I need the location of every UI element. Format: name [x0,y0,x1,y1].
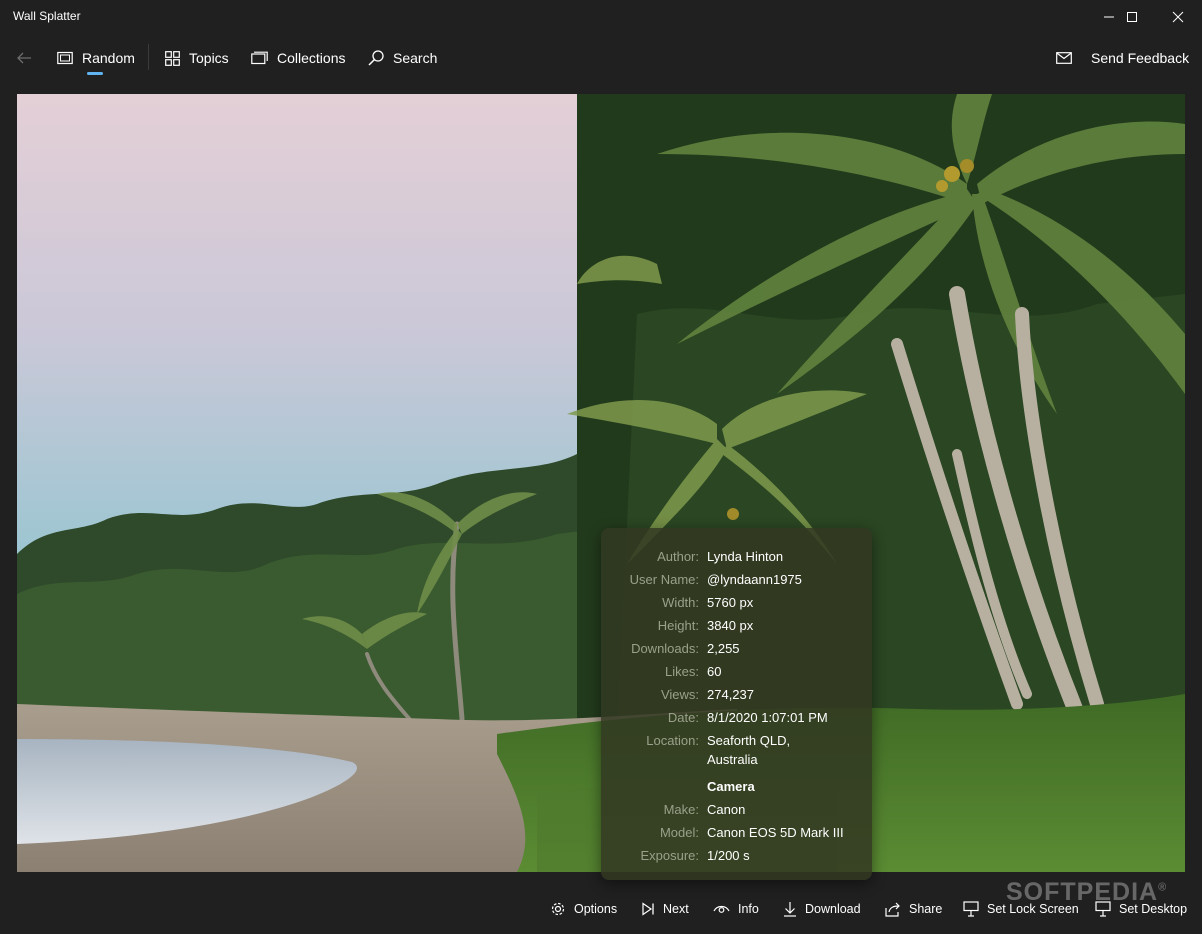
send-feedback-button[interactable]: Send Feedback [1056,33,1189,83]
info-exposure-value: 1/200 s [707,848,750,863]
info-username-value: @lyndaann1975 [707,572,802,587]
info-likes-label: Likes: [665,664,699,679]
info-location-row: Location: Seaforth QLD, [601,733,872,753]
desktop-icon [1095,901,1111,917]
maximize-icon [1127,11,1137,22]
download-icon [784,902,796,917]
info-likes-row: Likes: 60 [601,664,872,684]
back-button[interactable] [16,33,32,83]
info-author-row: Author: Lynda Hinton [601,549,872,569]
info-date-label: Date: [667,710,699,725]
info-downloads-label: Downloads: [631,641,699,656]
info-date-row: Date: 8/1/2020 1:07:01 PM [601,710,872,730]
set-desktop-button[interactable]: Set Desktop [1095,884,1187,934]
download-button[interactable]: Download [783,884,861,934]
title-bar: Wall Splatter [0,0,1202,33]
close-icon [1172,11,1184,22]
mail-icon [1056,52,1072,64]
info-height-value: 3840 px [707,618,754,633]
info-height-label: Height: [657,618,699,633]
maximize-button[interactable] [1109,0,1155,33]
info-make-label: Make: [663,802,699,817]
set-lock-screen-button[interactable]: Set Lock Screen [963,884,1079,934]
info-button[interactable]: Info [713,884,759,934]
info-label: Info [738,902,759,916]
grid-icon [165,50,180,66]
options-button[interactable]: Options [550,884,617,934]
search-icon [368,50,384,66]
info-author-label: Author: [657,549,699,564]
navigation-bar: Random Topics Collections Search Send Fe… [0,33,1202,83]
info-location-row-2: Australia [601,752,872,772]
selected-tab-indicator [87,72,103,75]
download-label: Download [805,902,861,916]
tab-collections-label: Collections [277,50,346,66]
info-views-label: Views: [660,687,699,702]
info-likes-value: 60 [707,664,722,679]
lock-screen-icon [963,901,979,917]
eye-icon [713,905,730,913]
next-label: Next [663,902,689,916]
info-height-row: Height: 3840 px [601,618,872,638]
tab-random-label: Random [82,50,135,66]
info-location-label: Location: [646,733,699,748]
info-downloads-value: 2,255 [707,641,740,656]
tab-search[interactable]: Search [368,33,437,83]
info-views-value: 274,237 [707,687,754,702]
info-location-value: Seaforth QLD, [707,733,791,748]
back-arrow-icon [17,52,31,64]
info-exposure-row: Exposure: 1/200 s [601,848,872,868]
options-label: Options [574,902,618,916]
tab-search-label: Search [393,50,438,66]
info-username-label: User Name: [629,572,699,587]
tab-random[interactable]: Random [57,33,135,83]
info-make-row: Make: Canon [601,802,872,822]
info-width-label: Width: [662,595,699,610]
info-exposure-label: Exposure: [640,848,699,863]
nav-separator [148,44,149,70]
app-title: Wall Splatter [13,9,81,23]
info-views-row: Views: 274,237 [601,687,872,707]
command-bar: Options Next Info Download Share Set Loc… [0,884,1202,934]
info-model-label: Model: [659,825,699,840]
info-downloads-row: Downloads: 2,255 [601,641,872,661]
gear-icon [551,902,565,916]
random-icon [57,51,73,65]
share-label: Share [909,902,943,916]
info-width-value: 5760 px [707,595,754,610]
tab-collections[interactable]: Collections [251,33,345,83]
set-desktop-label: Set Desktop [1119,902,1188,916]
info-username-row: User Name: @lyndaann1975 [601,572,872,592]
share-icon [885,902,900,917]
info-date-value: 8/1/2020 1:07:01 PM [707,710,828,725]
info-width-row: Width: 5760 px [601,595,872,615]
share-button[interactable]: Share [885,884,942,934]
info-model-row: Model: Canon EOS 5D Mark III [601,825,872,845]
close-button[interactable] [1155,0,1201,33]
next-button[interactable]: Next [641,884,689,934]
next-icon [642,902,654,916]
info-make-value: Canon [707,802,746,817]
info-location-value-2: Australia [707,752,758,767]
camera-heading: Camera [707,779,755,794]
tab-topics[interactable]: Topics [165,33,229,83]
photo-info-panel: Author: Lynda Hinton User Name: @lyndaan… [601,528,872,880]
info-author-value: Lynda Hinton [707,549,784,564]
send-feedback-label: Send Feedback [1091,50,1190,66]
tab-topics-label: Topics [189,50,229,66]
collections-icon [251,51,268,65]
info-model-value: Canon EOS 5D Mark III [707,825,844,840]
set-lock-screen-label: Set Lock Screen [987,902,1079,916]
